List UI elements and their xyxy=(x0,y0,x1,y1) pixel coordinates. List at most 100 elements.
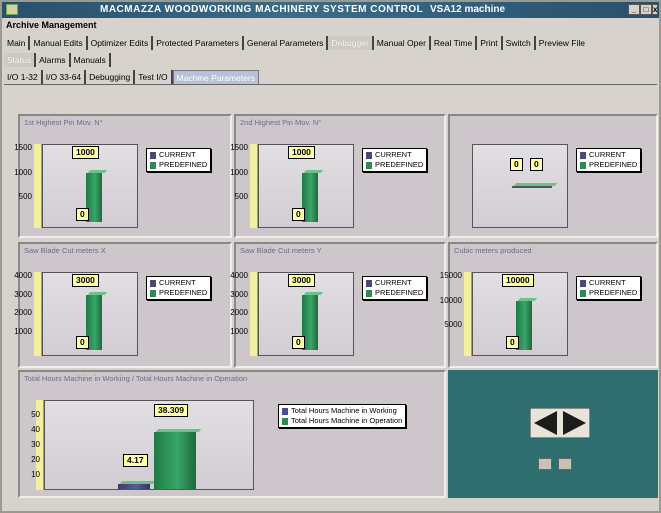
tab-real-time[interactable]: Real Time xyxy=(431,35,478,50)
main-window: MACMAZZA WOODWORKING MACHINERY SYSTEM CO… xyxy=(0,0,661,513)
value-working: 4.17 xyxy=(123,454,148,467)
tick-label: 3000 xyxy=(230,289,248,299)
tab-machine-parameters[interactable]: Machine Parameters xyxy=(172,70,259,84)
tick-label: 5000 xyxy=(444,320,462,330)
tab-test-io[interactable]: Test I/O xyxy=(135,70,173,84)
tick-label: 4000 xyxy=(14,271,32,280)
value-current: 0 xyxy=(292,336,305,349)
axis-strip xyxy=(464,272,472,356)
menu-archive-management[interactable]: Archive Management xyxy=(6,20,97,30)
tab-row-debugger: I/O 1-32 I/O 33-64 Debugging Test I/O Ma… xyxy=(4,70,657,85)
predefined-swatch xyxy=(580,161,586,169)
axis-strip xyxy=(34,144,42,228)
close-button[interactable]: x xyxy=(652,4,658,15)
predefined-swatch xyxy=(580,289,586,297)
value-current: 0 xyxy=(510,158,523,171)
legend-current: CURRENT xyxy=(375,278,412,287)
hours-panel-title: Total Hours Machine in Working / Total H… xyxy=(24,374,248,383)
tab-row-main: Main Manual Edits Optimizer Edits Protec… xyxy=(4,35,588,50)
title-bar: MACMAZZA WOODWORKING MACHINERY SYSTEM CO… xyxy=(2,2,659,18)
axis-strip xyxy=(34,272,42,356)
operation-swatch xyxy=(282,417,288,425)
value-predefined: 3000 xyxy=(72,274,99,287)
value-predefined: 1000 xyxy=(72,146,99,159)
value-current: 0 xyxy=(506,336,519,349)
legend-working: Total Hours Machine in Working xyxy=(291,406,397,415)
legend-predefined: PREDEFINED xyxy=(159,288,208,297)
chart-panel-3: Saw Blade Cut meters X 4000 3000 2000 1000 30… xyxy=(14,242,232,368)
tick-label: 10000 xyxy=(439,295,462,305)
legend-current: CURRENT xyxy=(159,278,196,287)
save-icon[interactable] xyxy=(558,458,572,470)
current-swatch xyxy=(366,279,372,287)
current-swatch xyxy=(580,279,586,287)
tab-row-status: Status Alarms Manuals xyxy=(4,52,111,67)
tab-manuals[interactable]: Manuals xyxy=(71,52,111,67)
tab-preview-file[interactable]: Preview File xyxy=(536,36,588,50)
chart-legend: CURRENT PREDEFINED xyxy=(146,276,212,300)
legend-predefined: PREDEFINED xyxy=(375,160,424,169)
predefined-swatch xyxy=(150,161,156,169)
value-operation: 38.309 xyxy=(154,404,188,417)
tick-label: 1000 xyxy=(14,326,32,336)
chart-title: Saw Blade Cut meters X xyxy=(24,246,106,255)
working-swatch xyxy=(282,407,288,415)
legend-predefined: PREDEFINED xyxy=(375,288,424,297)
chart-legend: CURRENT PREDEFINED xyxy=(576,276,642,300)
current-swatch xyxy=(580,151,586,159)
chart-legend: CURRENT PREDEFINED xyxy=(362,276,428,300)
tick-label: 1000 xyxy=(230,326,248,336)
tab-status[interactable]: Status xyxy=(4,52,37,67)
tab-general-parameters[interactable]: General Parameters xyxy=(244,35,329,50)
legend-current: CURRENT xyxy=(589,278,626,287)
value-current: 0 xyxy=(292,208,305,221)
tab-debugging[interactable]: Debugging xyxy=(86,70,136,84)
tick-label: 50 xyxy=(31,410,40,419)
app-icon xyxy=(6,4,18,15)
value-current: 0 xyxy=(76,336,89,349)
tick-label: 1500 xyxy=(14,143,32,152)
value-current: 0 xyxy=(76,208,89,221)
chart-title: Saw Blade Cut meters Y xyxy=(240,246,322,255)
tab-print[interactable]: Print xyxy=(477,35,503,50)
chart-panel-4: Saw Blade Cut meters Y 4000 3000 2000 1000 30… xyxy=(230,242,446,368)
maximize-button[interactable]: □ xyxy=(640,4,652,15)
chart-panel-1: 2nd Highest Pin Mov. N° 1500 1000 500 1000 0 … xyxy=(230,114,446,238)
tab-switch[interactable]: Switch xyxy=(503,35,536,50)
hours-legend: Total Hours Machine in Working Total Hou… xyxy=(278,404,407,428)
predefined-swatch xyxy=(366,289,372,297)
hours-panel: Total Hours Machine in Working / Total H… xyxy=(18,370,446,498)
axis-strip xyxy=(250,144,258,228)
tick-label: 10 xyxy=(31,470,40,479)
chart-legend: CURRENT PREDEFINED xyxy=(146,148,212,172)
tick-label: 30 xyxy=(31,440,40,449)
tab-io-1-32[interactable]: I/O 1-32 xyxy=(4,70,43,84)
tab-manual-oper[interactable]: Manual Oper xyxy=(374,35,431,50)
hours-chart-frame xyxy=(44,400,254,490)
tab-debugger[interactable]: Debugger xyxy=(328,35,374,50)
tab-optimizer-edits[interactable]: Optimizer Edits xyxy=(88,35,154,50)
axis-strip xyxy=(250,272,258,356)
tab-manual-edits[interactable]: Manual Edits xyxy=(30,35,88,50)
bar-working xyxy=(118,484,150,489)
tab-alarms[interactable]: Alarms xyxy=(36,52,71,67)
tab-main[interactable]: Main xyxy=(4,35,31,50)
tick-label: 1000 xyxy=(14,167,32,177)
window-title: MACMAZZA WOODWORKING MACHINERY SYSTEM CO… xyxy=(100,4,424,15)
chart-panel-2: 00 CURRENT PREDEFINED xyxy=(448,114,658,238)
legend-predefined: PREDEFINED xyxy=(589,288,638,297)
tick-label: 2000 xyxy=(14,308,32,317)
bar-predefined xyxy=(512,186,552,188)
chart-panel-0: 1st Highest Pin Mov. N° 1500 1000 500 1000 0 … xyxy=(14,114,232,238)
tab-protected-parameters[interactable]: Protected Parameters xyxy=(153,35,244,50)
monitor-icon[interactable] xyxy=(538,458,552,470)
tab-io-33-64[interactable]: I/O 33-64 xyxy=(43,70,87,84)
tick-label: 500 xyxy=(18,192,32,202)
legend-predefined: PREDEFINED xyxy=(589,160,638,169)
predefined-swatch xyxy=(150,289,156,297)
value-predefined: 3000 xyxy=(288,274,315,287)
tick-label: 40 xyxy=(31,425,40,434)
bar-operation xyxy=(154,432,196,489)
tick-label: 2000 xyxy=(230,308,248,317)
minimize-button[interactable]: _ xyxy=(628,4,640,15)
